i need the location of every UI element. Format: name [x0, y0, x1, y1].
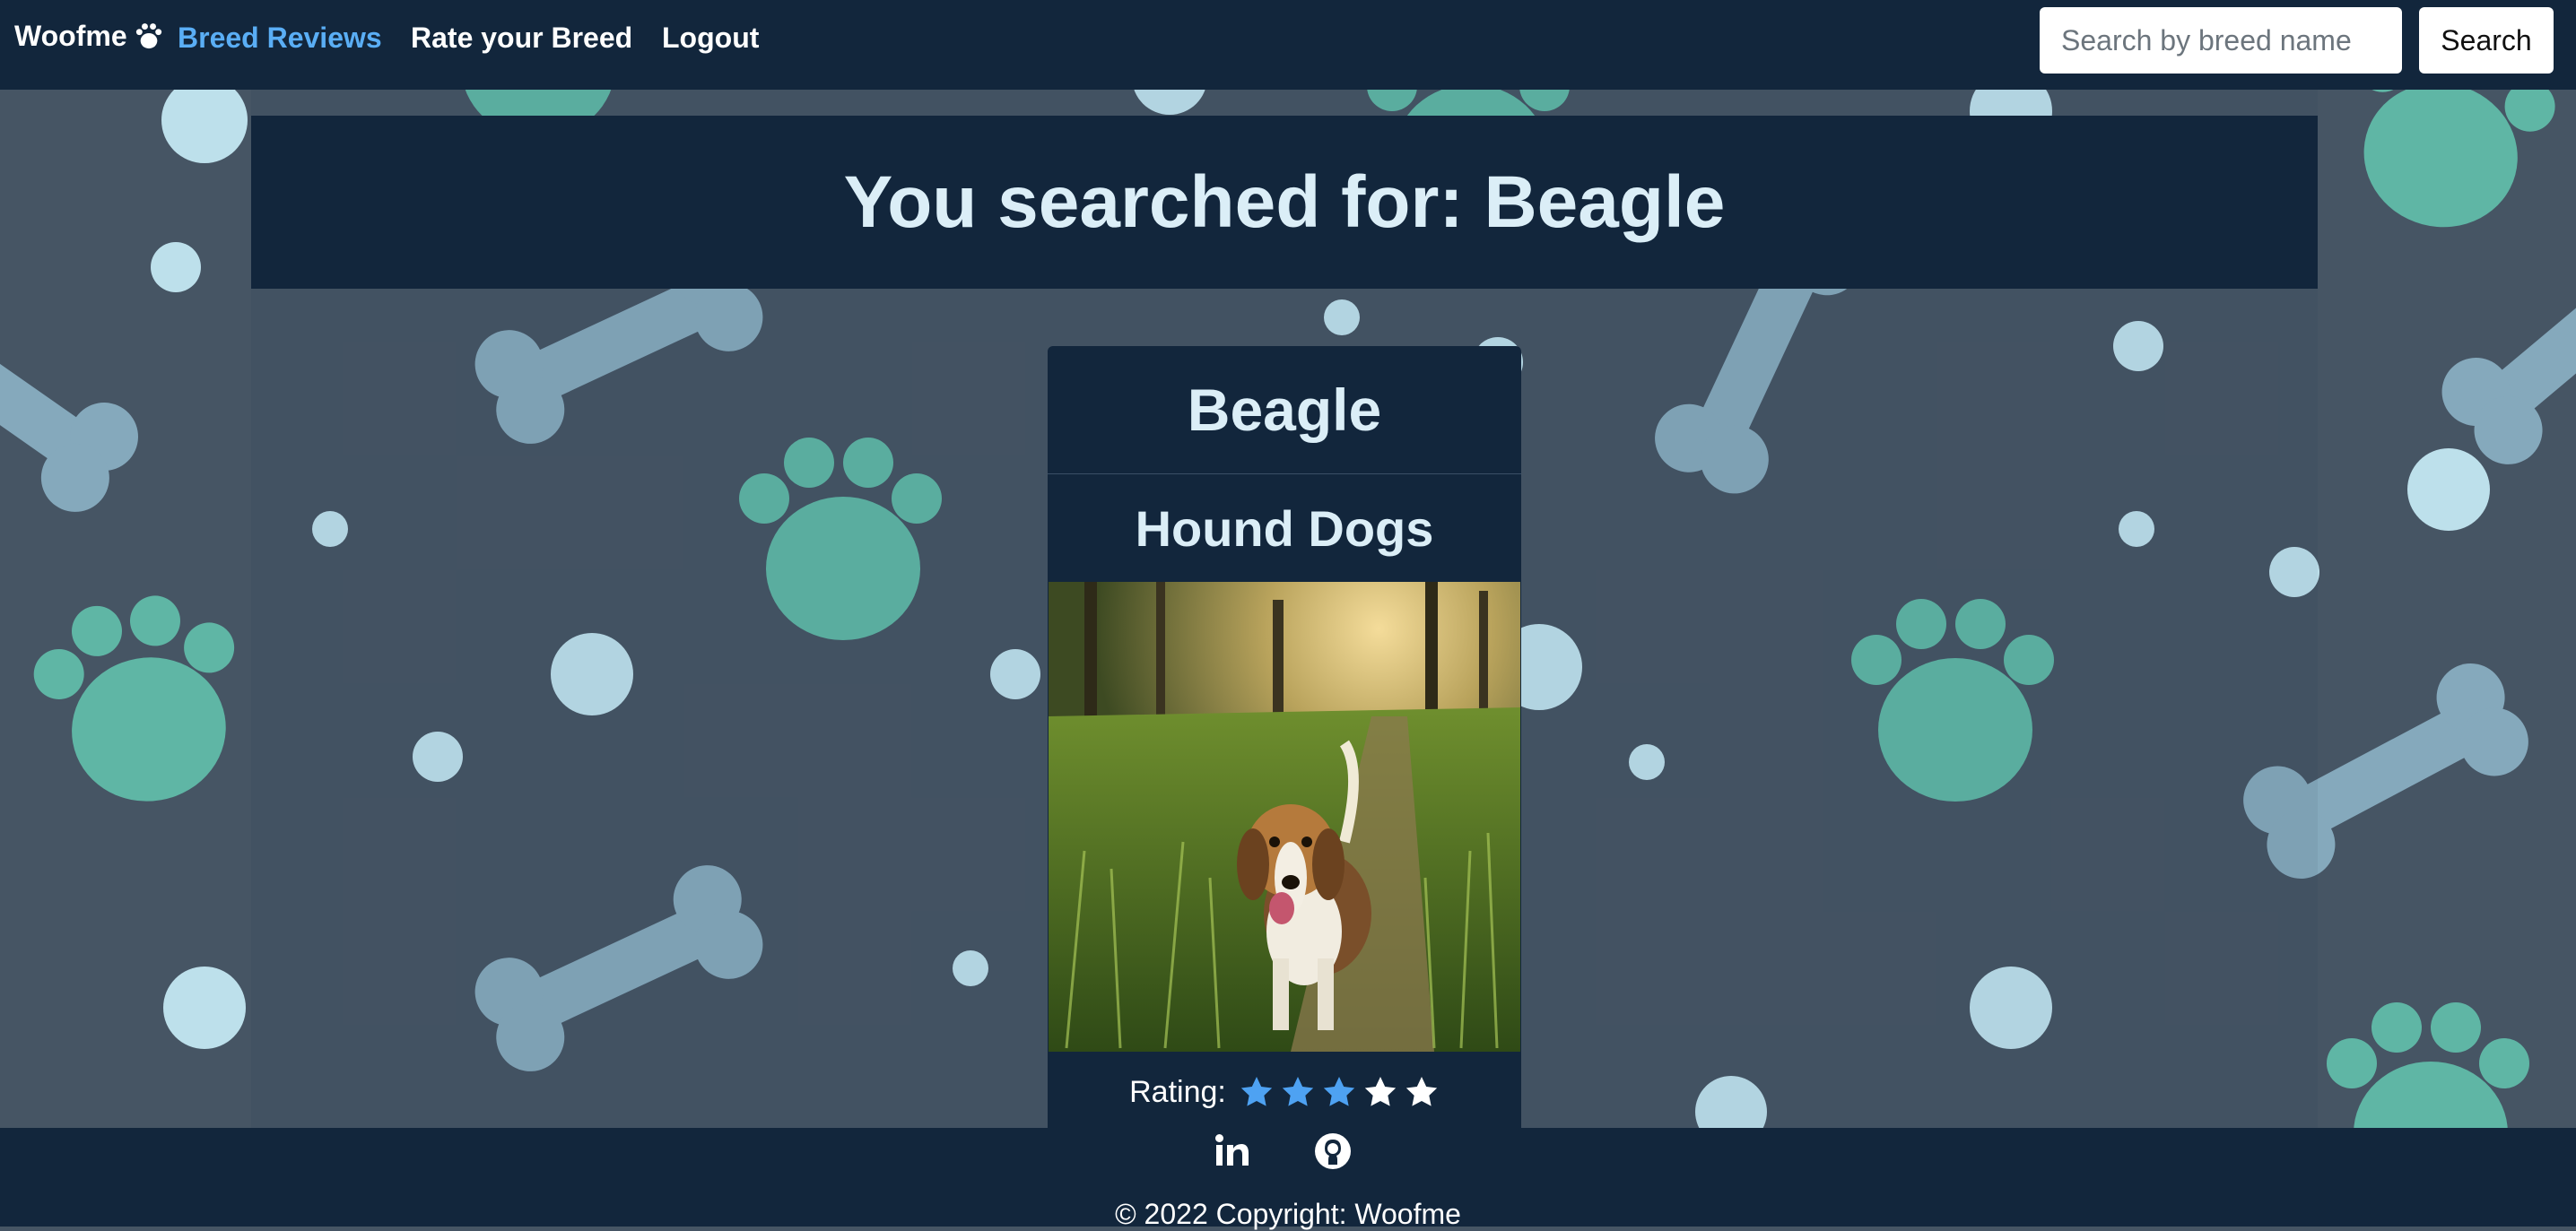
search-button[interactable]: Search [2419, 7, 2554, 74]
brand-link[interactable]: Woofme [14, 20, 163, 53]
rating-row: Rating: [1048, 1074, 1521, 1110]
star-filled-icon [1240, 1077, 1273, 1106]
rating-stars [1239, 1074, 1440, 1110]
nav-rate-your-breed[interactable]: Rate your Breed [411, 22, 632, 55]
search-heading-banner: You searched for: Beagle [251, 116, 2318, 289]
copyright-text: © 2022 Copyright: Woofme [1115, 1198, 1461, 1230]
rating-label: Rating: [1129, 1074, 1226, 1109]
beagle-photo [1049, 582, 1520, 1052]
brand-name: Woofme [14, 20, 127, 52]
navbar: Woofme Breed Reviews Rate your Breed Log… [0, 0, 2576, 90]
star-filled-icon [1323, 1077, 1355, 1106]
search-input[interactable] [2040, 7, 2402, 74]
star-filled-icon [1282, 1077, 1314, 1106]
paw-icon [135, 22, 161, 48]
github-icon[interactable] [1313, 1131, 1353, 1171]
nav-logout[interactable]: Logout [662, 22, 759, 55]
linkedin-icon[interactable] [1213, 1131, 1252, 1171]
nav-breed-reviews[interactable]: Breed Reviews [178, 22, 382, 55]
breed-name: Beagle [1048, 346, 1521, 474]
page-title: You searched for: Beagle [843, 160, 1726, 243]
star-empty-icon [1364, 1077, 1397, 1106]
breed-group: Hound Dogs [1135, 499, 1434, 557]
star-empty-icon [1405, 1077, 1438, 1106]
breed-card[interactable]: Beagle Hound Dogs Rating: [1048, 346, 1521, 1153]
